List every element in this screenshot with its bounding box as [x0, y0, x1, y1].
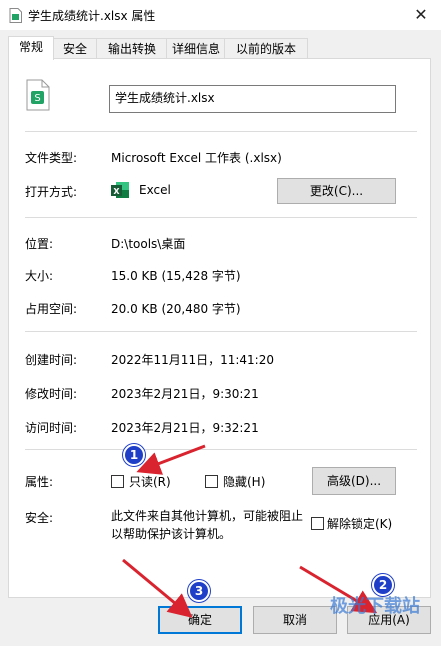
title-bar: 学生成绩统计.xlsx 属性 ✕: [0, 0, 441, 30]
size-label: 大小:: [25, 269, 54, 283]
hidden-label[interactable]: 隐藏(H): [223, 473, 265, 490]
filename-input[interactable]: 学生成绩统计.xlsx: [109, 85, 396, 113]
modified-label: 修改时间:: [25, 387, 78, 401]
close-button[interactable]: ✕: [401, 0, 441, 30]
step-badge-3: 3: [188, 580, 210, 602]
accessed-value: 2023年2月21日，9:32:21: [111, 421, 259, 435]
svg-text:S: S: [34, 93, 40, 104]
unblock-label[interactable]: 解除锁定(K): [327, 515, 392, 532]
readonly-checkbox[interactable]: [111, 475, 124, 488]
file-type-label: 文件类型:: [25, 151, 78, 165]
divider: [25, 131, 417, 132]
divider: [25, 217, 417, 218]
location-label: 位置:: [25, 237, 54, 251]
unblock-checkbox[interactable]: [311, 517, 324, 530]
tab-details[interactable]: 详细信息: [166, 38, 226, 59]
tab-security[interactable]: 安全: [52, 38, 98, 59]
security-text-line1: 此文件来自其他计算机，可能被阻止: [111, 509, 304, 523]
size-value: 15.0 KB (15,428 字节): [111, 269, 241, 283]
ok-button[interactable]: 确定: [158, 606, 242, 634]
attributes-label: 属性:: [25, 475, 54, 489]
security-label: 安全:: [25, 511, 54, 525]
size-on-disk-label: 占用空间:: [25, 302, 78, 316]
security-text-line2: 以帮助保护该计算机。: [111, 527, 232, 541]
created-value: 2022年11月11日，11:41:20: [111, 353, 274, 367]
opens-with-label: 打开方式:: [25, 185, 78, 199]
divider: [25, 331, 417, 332]
tab-previous-versions[interactable]: 以前的版本: [224, 38, 308, 59]
location-value: D:\tools\桌面: [111, 237, 186, 251]
xlsx-file-icon: S: [26, 79, 50, 111]
step-badge-1: 1: [123, 444, 145, 466]
watermark: 极光下载站: [330, 596, 420, 617]
size-on-disk-value: 20.0 KB (20,480 字节): [111, 302, 241, 316]
hidden-checkbox[interactable]: [205, 475, 218, 488]
divider: [25, 449, 417, 450]
excel-icon: X: [111, 182, 129, 198]
cancel-button[interactable]: 取消: [253, 606, 337, 634]
svg-text:X: X: [113, 187, 120, 196]
opens-with-app: Excel: [139, 183, 171, 197]
file-icon: [9, 8, 22, 23]
window-title: 学生成绩统计.xlsx 属性: [28, 9, 156, 23]
general-panel: S 学生成绩统计.xlsx 文件类型: Microsoft Excel 工作表 …: [8, 58, 431, 598]
advanced-button[interactable]: 高级(D)...: [312, 467, 396, 495]
tab-general[interactable]: 常规: [8, 36, 54, 60]
tab-output-convert[interactable]: 输出转换: [96, 38, 168, 59]
file-type-value: Microsoft Excel 工作表 (.xlsx): [111, 151, 282, 165]
accessed-label: 访问时间:: [25, 421, 78, 435]
modified-value: 2023年2月21日，9:30:21: [111, 387, 259, 401]
readonly-label[interactable]: 只读(R): [129, 473, 171, 490]
created-label: 创建时间:: [25, 353, 78, 367]
change-button[interactable]: 更改(C)...: [277, 178, 396, 204]
